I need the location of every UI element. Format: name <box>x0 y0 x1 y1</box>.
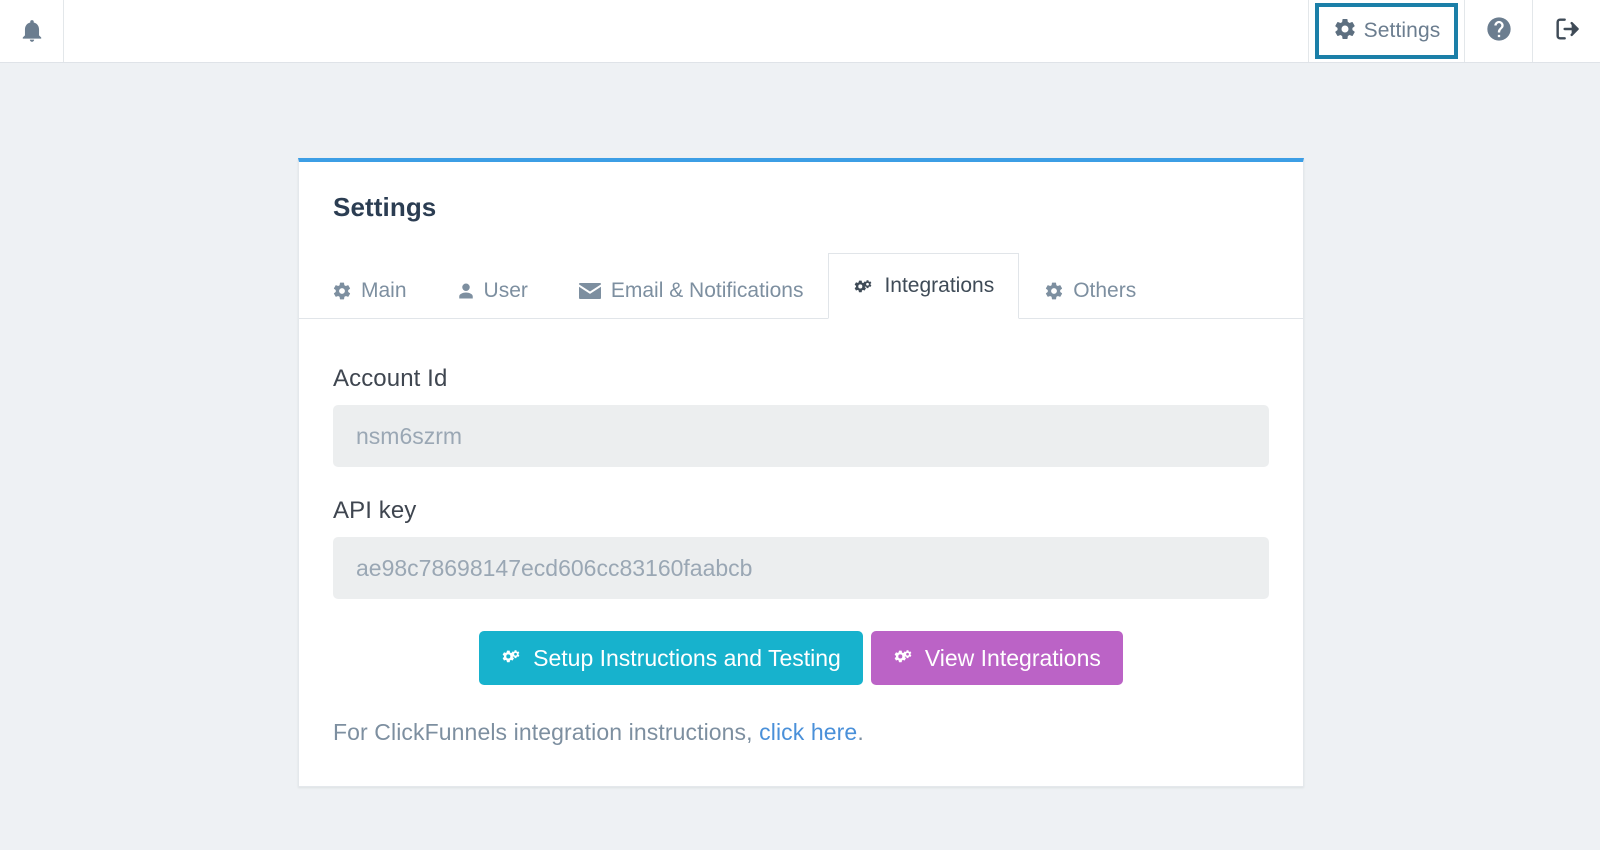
logout-button[interactable] <box>1532 0 1600 62</box>
account-id-label: Account Id <box>333 365 448 392</box>
clickfunnels-note: For ClickFunnels integration instruction… <box>333 719 1269 746</box>
header-spacer <box>64 0 1309 62</box>
tab-label: User <box>483 278 528 302</box>
top-header-bar: Settings <box>0 0 1600 63</box>
view-integrations-button[interactable]: View Integrations <box>870 631 1123 685</box>
view-integrations-button-label: View Integrations <box>924 644 1101 671</box>
setup-instructions-button-label: Setup Instructions and Testing <box>533 644 841 671</box>
tab-label: Email & Notifications <box>610 278 804 302</box>
tab-label: Integrations <box>884 274 995 297</box>
tab-label: Main <box>361 278 407 302</box>
tab-main[interactable]: Main <box>307 261 432 319</box>
api-key-label: API key <box>333 497 417 524</box>
clickfunnels-note-period: . <box>857 719 864 745</box>
integration-actions: Setup Instructions and Testing View Inte… <box>333 631 1269 685</box>
tab-label: Others <box>1073 278 1137 302</box>
cogs-icon <box>501 645 523 672</box>
sign-out-icon <box>1553 15 1581 48</box>
integrations-panel: Account Id API key Setup Instructions an… <box>299 319 1303 786</box>
bell-icon[interactable] <box>19 17 45 45</box>
settings-card: Settings Main User Email & Notifications… <box>298 158 1304 787</box>
question-circle-icon <box>1485 15 1513 48</box>
tab-others[interactable]: Others <box>1019 261 1161 319</box>
click-here-link[interactable]: click here <box>759 719 857 745</box>
user-icon <box>457 281 475 301</box>
tab-user[interactable]: User <box>432 261 553 319</box>
notifications-cell[interactable] <box>0 0 64 62</box>
tab-email-notifications[interactable]: Email & Notifications <box>553 261 829 319</box>
settings-tabs: Main User Email & Notifications Integrat… <box>299 249 1303 319</box>
setup-instructions-button[interactable]: Setup Instructions and Testing <box>479 631 863 685</box>
card-header: Settings <box>299 162 1303 249</box>
account-id-field-group: Account Id <box>333 365 1269 467</box>
clickfunnels-note-text: For ClickFunnels integration instruction… <box>333 719 753 745</box>
gear-icon <box>1044 281 1064 301</box>
page-title: Settings <box>333 192 437 222</box>
api-key-input[interactable] <box>333 537 1269 599</box>
gear-icon <box>332 281 352 301</box>
settings-cell: Settings <box>1309 0 1464 62</box>
account-id-input[interactable] <box>333 405 1269 467</box>
header-actions: Settings <box>1309 0 1600 62</box>
settings-button-label: Settings <box>1363 19 1441 42</box>
settings-button[interactable]: Settings <box>1315 3 1458 59</box>
cogs-icon <box>893 645 915 672</box>
tab-integrations[interactable]: Integrations <box>828 253 1020 319</box>
help-button[interactable] <box>1464 0 1532 62</box>
api-key-field-group: API key <box>333 497 1269 599</box>
envelope-icon <box>578 281 602 301</box>
cogs-icon <box>853 276 875 296</box>
gear-icon <box>1333 17 1357 46</box>
